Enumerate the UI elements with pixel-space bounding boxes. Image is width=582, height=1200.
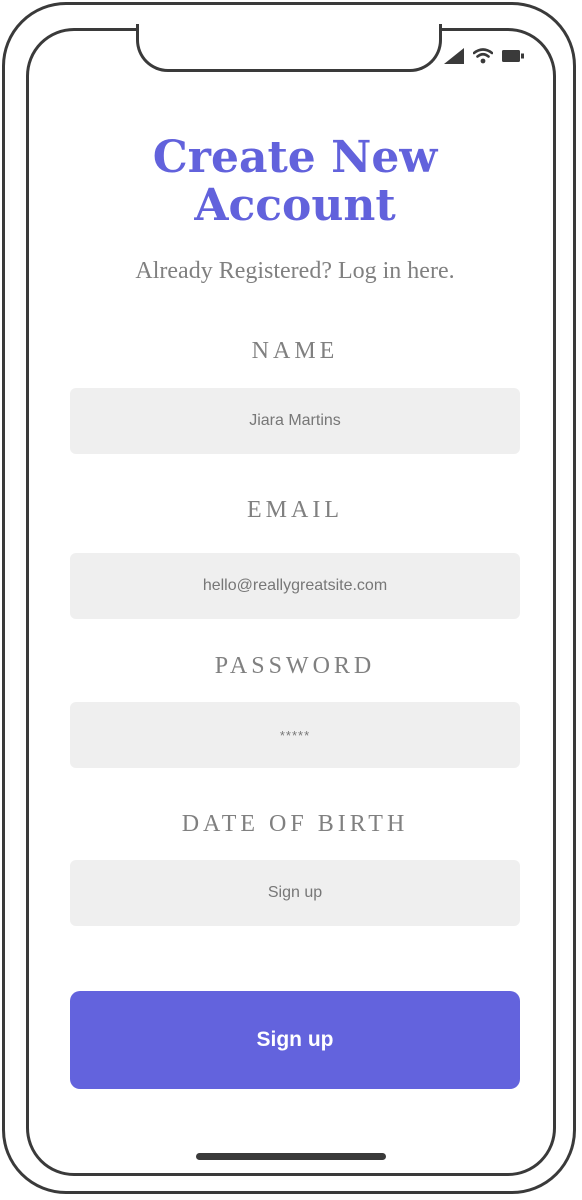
name-label: NAME (251, 338, 339, 364)
phone-notch (136, 24, 442, 72)
title-line-1: Create New (152, 132, 438, 183)
title-line-2: Account (194, 180, 396, 231)
login-link[interactable]: Already Registered? Log in here. (60, 258, 530, 285)
email-label: EMAIL (247, 497, 343, 523)
password-label: PASSWORD (214, 653, 376, 679)
name-field[interactable] (70, 388, 520, 454)
wifi-icon (472, 47, 494, 69)
date-of-birth-field[interactable] (70, 860, 520, 926)
home-indicator (196, 1153, 386, 1160)
sign-up-button[interactable]: Sign up (70, 991, 520, 1089)
cellular-signal-icon (444, 47, 464, 69)
page-title: Create New Account (60, 134, 530, 230)
status-bar (444, 46, 534, 70)
password-field[interactable] (70, 702, 520, 768)
email-field[interactable] (70, 553, 520, 619)
battery-icon (502, 49, 524, 68)
date-of-birth-label: DATE OF BIRTH (181, 811, 409, 837)
